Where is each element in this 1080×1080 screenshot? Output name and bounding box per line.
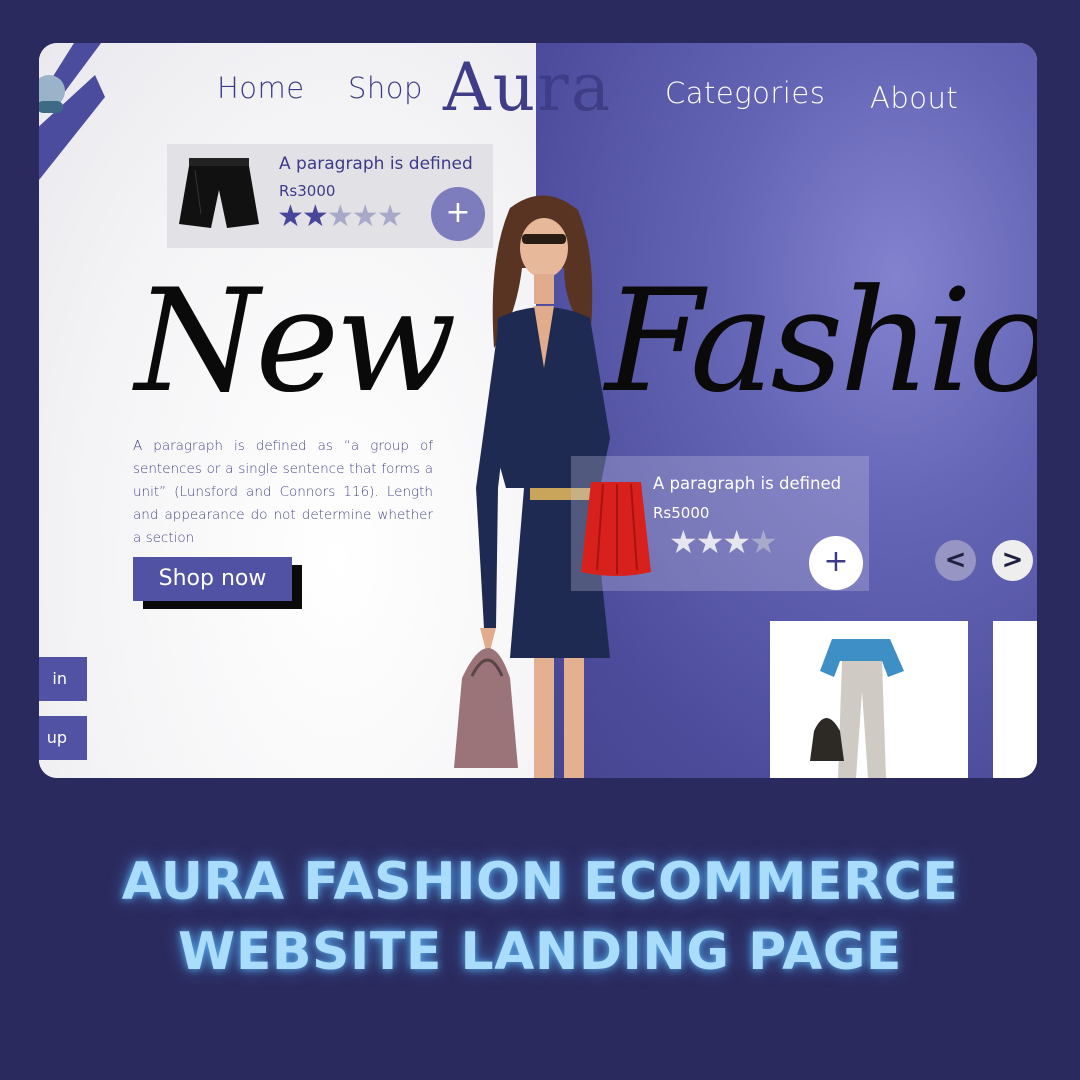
nav-about-link[interactable]: About: [870, 81, 958, 115]
headline-new: New: [135, 259, 457, 424]
star-icon: ★: [722, 523, 751, 561]
product-tile-next[interactable]: [993, 621, 1037, 778]
star-rating: ★★★★★: [277, 199, 404, 235]
signup-button[interactable]: up: [39, 716, 87, 760]
add-to-cart-button[interactable]: +: [809, 536, 863, 590]
product-title: A paragraph is defined: [653, 474, 842, 493]
star-icon: ★: [695, 523, 725, 561]
star-icon: ★: [376, 199, 404, 234]
trousers-outfit-image: [810, 639, 904, 778]
product-card-skirt[interactable]: A paragraph is defined Rs5000 ★★★★ +: [571, 456, 869, 591]
logo-mark-icon[interactable]: [39, 43, 115, 195]
star-icon: ★: [669, 523, 698, 561]
signup-label: up: [46, 728, 67, 747]
shop-now-button[interactable]: Shop now: [133, 557, 292, 601]
carousel-prev-button[interactable]: <: [935, 540, 976, 581]
product-price: Rs3000: [279, 182, 336, 200]
star-icon: ★: [326, 199, 354, 234]
caption-line-2: WEBSITE LANDING PAGE: [178, 922, 902, 982]
product-tile-trousers[interactable]: [770, 621, 968, 778]
nav-shop-link[interactable]: Shop: [348, 71, 423, 105]
star-rating: ★★★★: [669, 522, 778, 562]
login-label: in: [52, 669, 67, 688]
star-icon: ★: [301, 199, 329, 234]
product-price: Rs5000: [653, 504, 710, 522]
star-icon: ★: [351, 199, 379, 234]
login-button[interactable]: in: [39, 657, 87, 701]
hero-description: A paragraph is defined as “a group of se…: [133, 438, 433, 546]
landing-page-card: Home Shop Aura Categories About A paragr…: [39, 43, 1037, 778]
product-title: A paragraph is defined: [279, 154, 473, 174]
nav-categories-link[interactable]: Categories: [665, 76, 825, 110]
star-icon: ★: [277, 199, 304, 234]
brand-logo-text[interactable]: Aura: [443, 49, 612, 126]
headline-fashion: Fashion: [605, 259, 1037, 424]
nav-home-link[interactable]: Home: [217, 71, 305, 105]
carousel-next-button[interactable]: >: [992, 540, 1033, 581]
skirt-image: [581, 482, 651, 576]
caption-line-1: AURA FASHION ECOMMERCE: [121, 852, 959, 912]
shorts-image: [179, 158, 259, 228]
star-icon: ★: [749, 523, 778, 561]
